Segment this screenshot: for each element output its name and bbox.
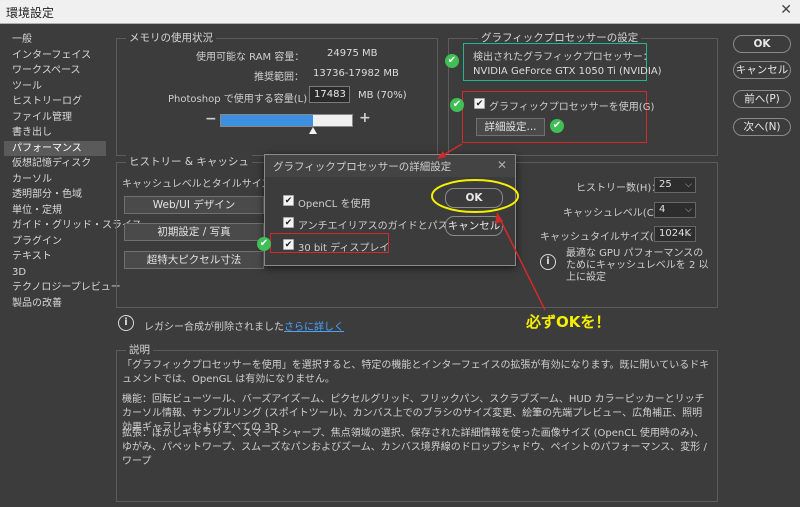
web-ui-design-button[interactable]: Web/UI デザイン [124,196,264,214]
advanced-settings-check-icon: ✔ [550,119,564,133]
memory-slider-thumb[interactable] [309,127,318,134]
ideal-range-value: 13736-17982 MB [313,68,399,79]
sidebar-item-file-handling[interactable]: ファイル管理 [4,110,106,126]
learn-more-link[interactable]: さらに詳しく [284,318,344,333]
history-states-value: 25 [659,179,672,190]
photoshop-usage-input[interactable]: 17483 [309,86,350,103]
legacy-info-icon: i [118,315,134,331]
use-gpu-check-icon: ✔ [450,98,464,112]
opencl-checkbox[interactable]: ✔ [283,195,294,206]
30bit-display-check-icon: ✔ [257,237,271,251]
description-title: 説明 [126,342,153,357]
decrease-memory-icon[interactable]: − [205,111,217,127]
default-photo-button[interactable]: 初期設定 / 写真 [124,223,264,241]
sidebar-item-cursors[interactable]: カーソル [4,172,106,188]
sidebar-item-technology-previews[interactable]: テクノロジープレビュー [4,280,121,296]
history-states-label: ヒストリー数(H)： [576,183,662,194]
memory-slider-fill [221,115,313,126]
cache-info-icon: i [540,254,556,270]
memory-slider-track[interactable] [220,114,353,127]
sidebar-item-history-log[interactable]: ヒストリーログ [4,94,106,110]
sidebar-item-workspace[interactable]: ワークスペース [4,63,106,79]
sidebar-item-guides-grid-slices[interactable]: ガイド・グリッド・スライス [4,218,142,234]
opencl-label: OpenCL を使用 [298,199,371,210]
description-paragraph-1: 「グラフィックプロセッサーを使用」を選択すると、特定の機能とインターフェイスの拡… [122,360,710,385]
history-cache-title: ヒストリー & キャッシュ [126,154,252,169]
sidebar-item-export[interactable]: 書き出し [4,125,106,141]
sidebar-item-3d[interactable]: 3D [4,265,106,281]
memory-usage-title: メモリの使用状況 [126,30,216,45]
huge-pixel-dimensions-button[interactable]: 超特大ピクセル寸法 [124,251,264,269]
dialog-close-icon[interactable]: ✕ [497,158,507,172]
next-button[interactable]: 次へ(N) [733,118,791,136]
detected-gpu-label: 検出されたグラフィックプロセッサー： [473,52,653,63]
cache-levels-chevron-icon: ⌵ [685,205,692,215]
sidebar-item-plugins[interactable]: プラグイン [4,234,106,250]
description-paragraph-3: 拡張：ぼかしギャラリー、スマートシャープ、焦点領域の選択、保存された詳細情報を使… [122,428,707,467]
photoshop-usage-percent: MB (70%) [358,90,407,101]
advanced-settings-button[interactable]: 詳細設定... [476,118,545,136]
sidebar-item-transparency-gamut[interactable]: 透明部分・色域 [4,187,106,203]
cache-tile-size-chevron-icon: ⌵ [685,229,692,239]
detected-gpu-name: NVIDIA GeForce GTX 1050 Ti (NVIDIA) [473,66,662,77]
cache-levels-select[interactable]: 4 ⌵ [654,202,696,218]
window-close-icon[interactable]: ✕ [780,2,792,18]
sidebar-item-type[interactable]: テキスト [4,249,106,265]
sidebar-item-interface[interactable]: インターフェイス [4,48,106,64]
detected-gpu-check-icon: ✔ [445,54,459,68]
use-gpu-label: グラフィックプロセッサーを使用(G) [489,102,655,113]
cache-levels-value: 4 [659,204,666,215]
must-click-ok-annotation: 必ずOKを！ [526,313,611,331]
sidebar-item-scratch-disks[interactable]: 仮想記憶ディスク [4,156,106,172]
window-titlebar: 環境設定 ✕ [0,0,800,24]
cache-info-text: 最適な GPU パフォーマンスのためにキャッシュレベルを 2 以上に設定 [566,248,709,283]
photoshop-usage-label: Photoshop で使用する容量(L)： [168,94,318,105]
use-gpu-checkbox[interactable]: ✔ [474,98,485,109]
history-states-select[interactable]: 25 ⌵ [654,177,696,193]
history-states-chevron-icon: ⌵ [685,180,692,190]
available-ram-label: 使用可能な RAM 容量： [196,52,305,63]
dialog-cancel-button[interactable]: キャンセル [445,216,503,236]
sidebar-item-general[interactable]: 一般 [4,32,106,48]
increase-memory-icon[interactable]: + [359,110,371,126]
antialias-guides-checkbox[interactable]: ✔ [283,217,294,228]
sidebar-item-tools[interactable]: ツール [4,79,106,95]
sidebar-item-product-improvement[interactable]: 製品の改善 [4,296,106,312]
30bit-display-highlight [270,233,389,253]
sidebar-item-performance[interactable]: パフォーマンス [4,140,106,156]
ok-button[interactable]: OK [733,35,791,53]
antialias-guides-label: アンチエイリアスのガイドとパス [298,221,448,232]
available-ram-value: 24975 MB [327,48,378,59]
cache-levels-label: キャッシュレベル(C)： [563,208,668,219]
window-title: 環境設定 [6,6,55,20]
ideal-range-label: 推奨範囲： [254,72,304,83]
cache-tile-size-select[interactable]: 1024K ⌵ [654,226,696,242]
cancel-button[interactable]: キャンセル [733,61,791,79]
dialog-title: グラフィックプロセッサーの詳細設定 [265,155,515,177]
dialog-ok-button[interactable]: OK [445,188,503,208]
sidebar-item-units-rulers[interactable]: 単位・定規 [4,203,106,219]
previous-button[interactable]: 前へ(P) [733,90,791,108]
sidebar: 一般 インターフェイス ワークスペース ツール ヒストリーログ ファイル管理 書… [4,32,142,502]
legacy-removed-text: レガシー合成が削除されました [144,322,284,333]
